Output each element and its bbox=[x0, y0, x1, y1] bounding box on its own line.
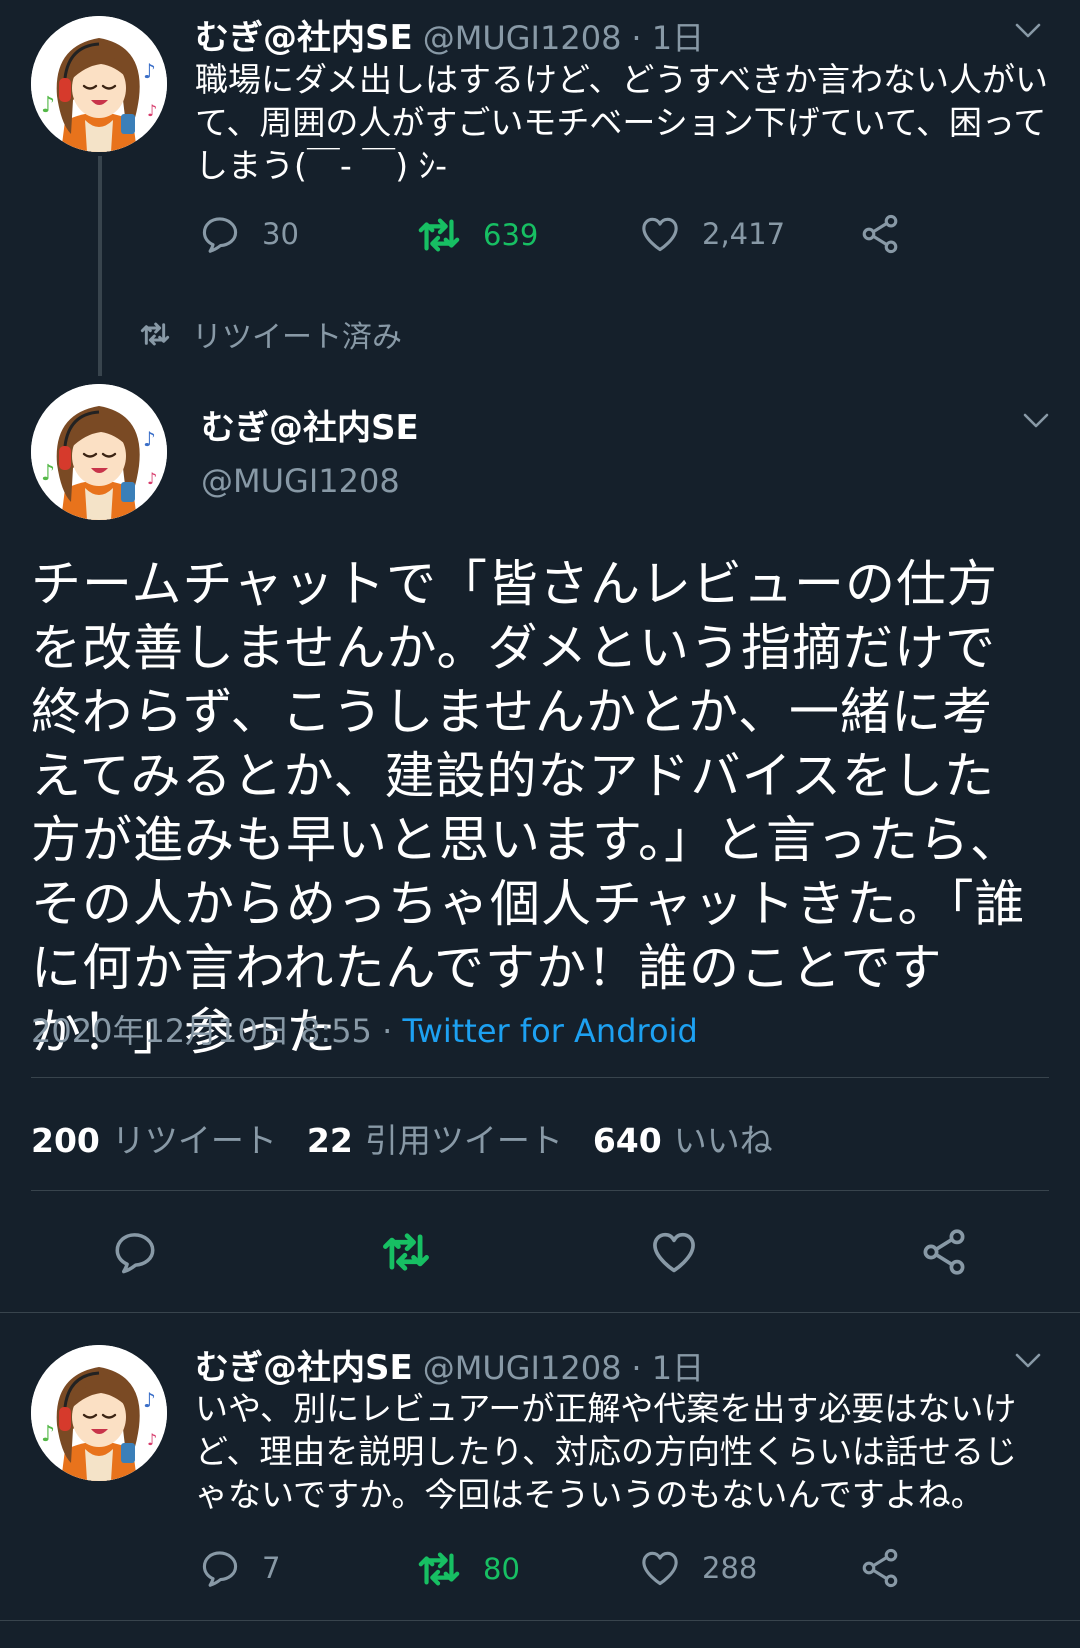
handle[interactable]: @MUGI1208 bbox=[423, 1349, 622, 1387]
tweet-text: いや、別にレビュアーが正解や代案を出す必要はないけど、理由を説明したり、対応の方… bbox=[195, 1389, 1018, 1514]
like-label: いいね bbox=[673, 1121, 773, 1160]
retweet-icon bbox=[415, 212, 463, 258]
tweet-text: 職場にダメ出しはするけど、どうすべきか言わない人がいて、周囲の人がすごいモチベー… bbox=[195, 60, 1049, 185]
tweet-datetime: 2020年12月10日 8:55 bbox=[31, 1012, 372, 1050]
retweet-count: 80 bbox=[483, 1552, 520, 1586]
retweet-status: リツイート済み bbox=[138, 312, 402, 356]
avatar[interactable] bbox=[31, 1345, 167, 1481]
handle[interactable]: @MUGI1208 bbox=[423, 19, 622, 57]
chevron-down-icon[interactable] bbox=[1014, 22, 1042, 40]
divider bbox=[0, 1620, 1080, 1621]
like-button[interactable]: 2,417 bbox=[638, 212, 785, 256]
quote-label: 引用ツイート bbox=[364, 1121, 563, 1160]
display-name[interactable]: むぎ@社内SE bbox=[195, 10, 413, 59]
share-icon bbox=[858, 212, 902, 256]
divider bbox=[31, 1190, 1049, 1191]
retweets-stat[interactable]: 200 リツイート bbox=[31, 1114, 277, 1162]
thread-line bbox=[98, 156, 102, 376]
meta-separator: · bbox=[371, 1012, 403, 1050]
timestamp[interactable]: · 1日 bbox=[631, 13, 704, 59]
retweet-label: リツイート bbox=[111, 1121, 277, 1160]
avatar[interactable] bbox=[31, 384, 167, 520]
share-button[interactable] bbox=[858, 1546, 902, 1590]
chevron-down-icon[interactable] bbox=[1022, 412, 1050, 430]
avatar[interactable] bbox=[31, 16, 167, 152]
quotes-stat[interactable]: 22 引用ツイート bbox=[307, 1114, 563, 1162]
handle[interactable]: @MUGI1208 bbox=[201, 462, 400, 500]
reply-count: 30 bbox=[262, 217, 299, 251]
share-icon[interactable] bbox=[918, 1226, 970, 1278]
retweeted-icon bbox=[138, 318, 172, 350]
engagement-stats: 200 リツイート 22 引用ツイート 640 いいね bbox=[31, 1114, 773, 1162]
display-name[interactable]: むぎ@社内SE bbox=[195, 1340, 413, 1389]
reply-button[interactable]: 7 bbox=[198, 1546, 280, 1590]
divider bbox=[31, 1077, 1049, 1078]
client-link[interactable]: Twitter for Android bbox=[402, 1012, 697, 1050]
reply-icon bbox=[198, 1546, 242, 1590]
like-count: 2,417 bbox=[702, 217, 786, 251]
quote-total: 22 bbox=[306, 1121, 353, 1160]
display-name[interactable]: むぎ@社内SE bbox=[201, 400, 419, 449]
like-icon bbox=[638, 212, 682, 256]
like-icon[interactable] bbox=[648, 1226, 700, 1278]
retweet-count: 639 bbox=[483, 218, 539, 252]
reply-button[interactable]: 30 bbox=[198, 212, 299, 256]
main-tweet-text: チームチャットで「皆さんレビューの仕方を改善しませんか。ダメという指摘だけで終わ… bbox=[31, 555, 1026, 1061]
share-button[interactable] bbox=[858, 212, 902, 256]
like-button[interactable]: 288 bbox=[638, 1546, 757, 1590]
timestamp[interactable]: · 1日 bbox=[631, 1343, 704, 1389]
retweet-icon[interactable] bbox=[378, 1226, 434, 1278]
retweet-button[interactable]: 80 bbox=[415, 1546, 520, 1592]
like-count: 288 bbox=[702, 1551, 758, 1585]
reply-icon[interactable] bbox=[110, 1227, 160, 1277]
like-icon bbox=[638, 1546, 682, 1590]
reply-count: 7 bbox=[262, 1551, 281, 1585]
tweet-meta: 2020年12月10日 8:55 · Twitter for Android bbox=[31, 1006, 698, 1052]
reply-icon bbox=[198, 212, 242, 256]
share-icon bbox=[858, 1546, 902, 1590]
chevron-down-icon[interactable] bbox=[1014, 1352, 1042, 1370]
retweet-status-label: リツイート済み bbox=[192, 320, 402, 355]
retweet-button[interactable]: 639 bbox=[415, 212, 538, 258]
divider bbox=[0, 1312, 1080, 1313]
retweet-icon bbox=[415, 1546, 463, 1592]
likes-stat[interactable]: 640 いいね bbox=[593, 1114, 773, 1162]
like-total: 640 bbox=[592, 1121, 662, 1160]
retweet-total: 200 bbox=[31, 1121, 100, 1160]
